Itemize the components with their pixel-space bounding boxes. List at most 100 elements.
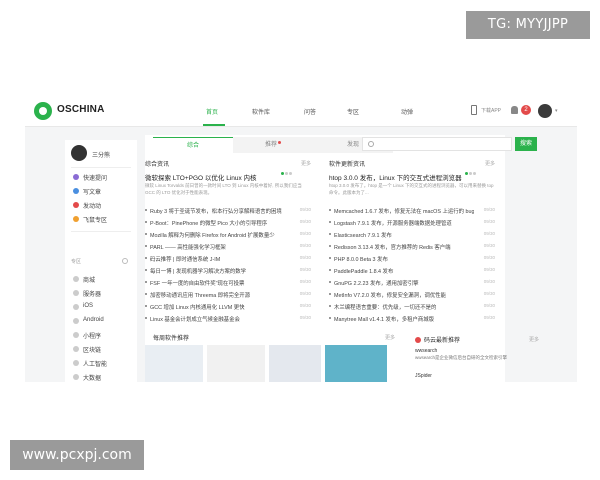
news-lead-title[interactable]: 微软探索 LTO+PGO 以优化 Linux 内核: [145, 172, 311, 182]
gitee-more-link[interactable]: 更多: [529, 336, 539, 343]
list-item[interactable]: PHP 8.0.0 Beta 3 发布 09/30: [329, 255, 495, 264]
gitee-project-name[interactable]: JSpider: [415, 373, 432, 379]
list-item-title[interactable]: 码云推荐 | 即时通信系统 J-IM: [150, 255, 290, 263]
list-item[interactable]: 每日一博 | 发现机器学习解决方案的数学 09/30: [145, 267, 311, 276]
gitee-heading: 码云最新推荐: [424, 338, 461, 344]
phone-icon[interactable]: [471, 105, 477, 115]
sidebar-avatar[interactable]: [71, 145, 87, 161]
nav-home[interactable]: 首页: [206, 107, 218, 116]
tab-recommend[interactable]: 推荐: [233, 137, 313, 153]
sidebar-zone-ai[interactable]: 人工智能: [73, 359, 135, 369]
list-item-title[interactable]: MetInfo V7.2.0 发布，修复安全漏洞，调优性能: [334, 291, 474, 299]
zone-label: Android: [83, 317, 104, 323]
list-item-title[interactable]: 加密移动通讯应用 Threema 即将完全开源: [150, 291, 290, 299]
carousel-dots[interactable]: [281, 162, 295, 175]
download-app-link[interactable]: 下载APP: [481, 107, 501, 114]
sidebar-item-label: 飞鼠专区: [83, 218, 108, 224]
notification-badge: 2: [521, 105, 531, 115]
software-more-link[interactable]: 更多: [485, 160, 495, 167]
sidebar-zone-server[interactable]: 服务器: [73, 289, 135, 299]
sidebar-item-label: 写文章: [83, 190, 102, 196]
zone-label: 人工智能: [83, 362, 108, 368]
list-item[interactable]: 木兰编程语言重要：优先级，一切还不是的 09/30: [329, 303, 495, 312]
list-item-title[interactable]: PaddlePaddle 1.8.4 发布: [334, 267, 474, 275]
bullet-icon: [145, 257, 147, 259]
sidebar-zone-bigdata[interactable]: 大数据: [73, 373, 135, 382]
list-item-date: 09/30: [299, 267, 311, 272]
user-avatar[interactable]: [538, 104, 552, 118]
list-item-title[interactable]: Logstash 7.9.1 发布，开源服务器端数据处理管道: [334, 219, 474, 227]
list-item-title[interactable]: 每日一博 | 发现机器学习解决方案的数学: [150, 267, 290, 275]
nav-zone[interactable]: 专区: [347, 107, 359, 116]
search-button[interactable]: 搜索: [515, 137, 537, 151]
recommend-banner-2[interactable]: [207, 345, 265, 382]
list-item-title[interactable]: PHP 8.0.0 Beta 3 发布: [334, 255, 474, 263]
nav-tweets[interactable]: 动弹: [401, 107, 413, 116]
news-lead-summary: 微软 Linux Torvalds 前日曾的一款时间 LTO 到 Linux 内…: [145, 183, 302, 195]
list-item[interactable]: GnuPG 2.2.23 发布，通用加密引擎 09/30: [329, 279, 495, 288]
list-item-title[interactable]: Manytree Mall v1.4.1 发布，多租户商城版: [334, 315, 474, 323]
list-item[interactable]: PARL —— 高性能强化学习框架 09/30: [145, 243, 311, 252]
list-item-title[interactable]: Ruby 3 将于圣诞节发布，松本行弘分享解释语言的困境: [150, 207, 290, 215]
recommend-banner-3[interactable]: [269, 345, 321, 382]
software-heading: 软件更新资讯: [329, 162, 366, 168]
list-item-title[interactable]: Linux 基金会计划成立气候金融基金会: [150, 315, 290, 323]
list-item[interactable]: Elasticsearch 7.9.1 发布 09/30: [329, 231, 495, 240]
bullet-icon: [329, 317, 331, 319]
nav-qa[interactable]: 问答: [304, 107, 316, 116]
list-item[interactable]: Ruby 3 将于圣诞节发布，松本行弘分享解释语言的困境 09/30: [145, 207, 311, 216]
tab-general[interactable]: 综合: [153, 137, 233, 153]
sidebar-item-write[interactable]: 写文章: [73, 187, 135, 197]
sidebar-item-tweet[interactable]: 发动动: [73, 201, 135, 211]
carousel-dots[interactable]: [465, 162, 479, 175]
list-item-title[interactable]: P-Boot：PinePhone 的微型 Pico 大小的引导程序: [150, 219, 290, 227]
list-item-title[interactable]: PARL —— 高性能强化学习框架: [150, 243, 290, 251]
list-item[interactable]: GCC 增加 Linux 内核通用化 LLVM 更快 09/30: [145, 303, 311, 312]
list-item[interactable]: PaddlePaddle 1.8.4 发布 09/30: [329, 267, 495, 276]
list-item[interactable]: 码云推荐 | 即时通信系统 J-IM 09/30: [145, 255, 311, 264]
news-more-link[interactable]: 更多: [301, 160, 311, 167]
recommend-banner-1[interactable]: [145, 345, 203, 382]
list-item-title[interactable]: GnuPG 2.2.23 发布，通用加密引擎: [334, 279, 474, 287]
sidebar-item-zone[interactable]: 飞鼠专区: [73, 215, 135, 225]
list-item[interactable]: Mozilla 解释为何删除 Firefox for Android 扩展数量少…: [145, 231, 311, 240]
chevron-down-icon[interactable]: ▾: [555, 108, 558, 114]
list-item[interactable]: MetInfo V7.2.0 发布，修复安全漏洞，调优性能 09/30: [329, 291, 495, 300]
list-item-title[interactable]: Redisson 3.13.4 发布，官方推荐的 Redis 客户端: [334, 243, 474, 251]
list-item[interactable]: Manytree Mall v1.4.1 发布，多租户商城版 09/30: [329, 315, 495, 324]
list-item-title[interactable]: FSF 一年一度的自由软件奖"现在可投票: [150, 279, 290, 287]
list-item[interactable]: Logstash 7.9.1 发布，开源服务器端数据处理管道 09/30: [329, 219, 495, 228]
sidebar-username[interactable]: 三分熊: [92, 150, 110, 159]
list-item-title[interactable]: Mozilla 解释为何删除 Firefox for Android 扩展数量少: [150, 231, 290, 239]
recommend-banner-4[interactable]: [325, 345, 387, 382]
software-lead-title[interactable]: htop 3.0.0 发布，Linux 下的交互式进程浏览器: [329, 172, 495, 182]
list-item-title[interactable]: 木兰编程语言重要：优先级，一切还不是的: [334, 303, 474, 311]
search-input[interactable]: [362, 137, 512, 151]
list-item-title[interactable]: GCC 增加 Linux 内核通用化 LLVM 更快: [150, 303, 290, 311]
list-item-title[interactable]: Elasticsearch 7.9.1 发布: [334, 231, 474, 239]
list-item[interactable]: Linux 基金会计划成立气候金融基金会 09/30: [145, 315, 311, 324]
sidebar-zone-mall[interactable]: 商城: [73, 275, 135, 285]
zone-icon: [73, 346, 79, 352]
sidebar-zone-ios[interactable]: iOS: [73, 303, 135, 313]
list-item[interactable]: FSF 一年一度的自由软件奖"现在可投票 09/30: [145, 279, 311, 288]
list-item-title[interactable]: Memcached 1.6.7 发布，修复无法在 macOS 上运行的 bug: [334, 207, 474, 215]
sidebar-zone-miniprogram[interactable]: 小程序: [73, 331, 135, 341]
sidebar-item-ask[interactable]: 快速提问: [73, 173, 135, 183]
oschina-logo-icon[interactable]: [34, 102, 52, 120]
gear-icon[interactable]: [122, 258, 128, 264]
zone-icon: [73, 360, 79, 366]
sidebar-zone-blockchain[interactable]: 区块链: [73, 345, 135, 355]
gitee-project-name[interactable]: wwsearch: [415, 348, 437, 354]
sidebar-zone-android[interactable]: Android: [73, 317, 135, 327]
bullet-icon: [329, 233, 331, 235]
weekly-recommend-more[interactable]: 更多: [385, 334, 395, 341]
list-item[interactable]: 加密移动通讯应用 Threema 即将完全开源 09/30: [145, 291, 311, 300]
section-label-text: 专区: [71, 259, 82, 265]
list-item[interactable]: Redisson 3.13.4 发布，官方推荐的 Redis 客户端 09/30: [329, 243, 495, 252]
nav-software[interactable]: 软件库: [252, 107, 270, 116]
brand-name[interactable]: OSCHINA: [57, 104, 105, 115]
list-item[interactable]: Memcached 1.6.7 发布，修复无法在 macOS 上运行的 bug 0…: [329, 207, 495, 216]
list-item[interactable]: P-Boot：PinePhone 的微型 Pico 大小的引导程序 09/30: [145, 219, 311, 228]
bell-icon[interactable]: [511, 106, 518, 114]
